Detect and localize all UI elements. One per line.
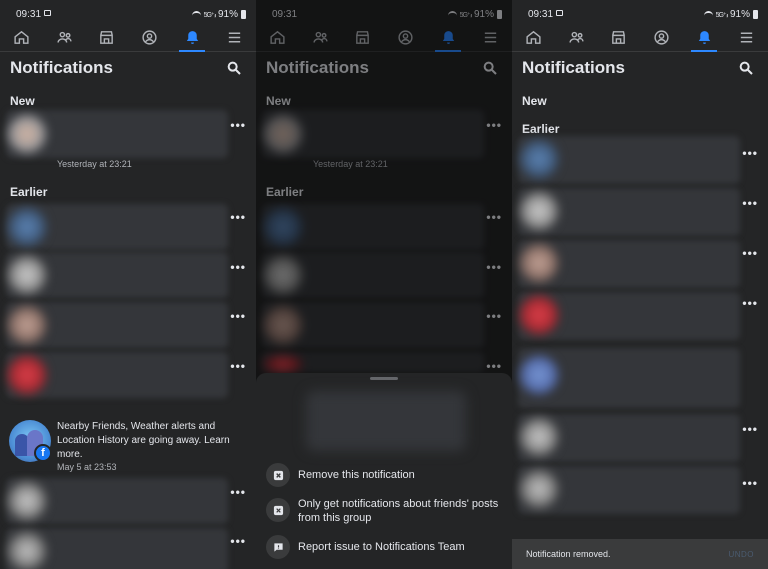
notification-preview xyxy=(306,391,466,451)
tab-marketplace[interactable] xyxy=(85,24,128,51)
signal-icon: 5G⁺ ᵢₗₗ xyxy=(715,11,728,19)
more-options-button[interactable]: ••• xyxy=(742,246,758,260)
home-icon xyxy=(14,30,29,44)
avatar xyxy=(8,306,46,344)
tab-menu[interactable] xyxy=(725,24,768,51)
option-label: Only get notifications about friends' po… xyxy=(298,498,499,524)
remove-notification-option[interactable]: Remove this notification xyxy=(266,463,502,487)
avatar xyxy=(8,208,46,246)
gallery-icon xyxy=(556,10,563,16)
removed-toast: Notification removed. UNDO xyxy=(512,539,768,569)
group-notifications-option[interactable]: Only get notifications about friends' po… xyxy=(266,495,502,525)
notification-timestamp: May 5 at 23:53 xyxy=(57,462,117,472)
sheet-drag-handle[interactable] xyxy=(370,377,398,380)
home-icon xyxy=(526,30,541,44)
battery-icon xyxy=(241,10,246,19)
section-earlier: Earlier xyxy=(10,185,48,199)
wifi-icon xyxy=(191,11,201,18)
facebook-icon: f xyxy=(34,444,52,462)
tab-bar xyxy=(512,24,768,52)
avatar xyxy=(520,192,558,230)
option-label: Report issue to Notifications Team xyxy=(298,541,465,553)
more-options-button[interactable]: ••• xyxy=(742,196,758,210)
battery-percent: 91% xyxy=(217,9,238,20)
more-options-button[interactable]: ••• xyxy=(230,309,246,323)
tab-friends[interactable] xyxy=(43,24,86,51)
undo-button[interactable]: UNDO xyxy=(728,550,754,559)
close-box-icon xyxy=(266,463,290,487)
avatar xyxy=(520,418,558,456)
battery-icon xyxy=(753,10,758,19)
more-options-button[interactable]: ••• xyxy=(230,210,246,224)
more-options-button[interactable]: ••• xyxy=(230,534,246,548)
gallery-icon xyxy=(44,10,51,16)
status-bar: 09:31 5G⁺ ᵢₗₗ 91% xyxy=(512,0,768,22)
bell-icon xyxy=(186,31,198,44)
tab-friends[interactable] xyxy=(555,24,598,51)
menu-icon xyxy=(741,32,753,43)
notifications-screen-3: 09:31 5G⁺ ᵢₗₗ 91% Notifications New Earl… xyxy=(512,0,768,569)
page-title: Notifications xyxy=(522,58,625,77)
report-issue-option[interactable]: Report issue to Notifications Team xyxy=(266,535,502,559)
options-bottom-sheet: Remove this notification Only get notifi… xyxy=(256,373,512,569)
profile-icon xyxy=(654,30,669,45)
more-options-button[interactable]: ••• xyxy=(742,476,758,490)
more-options-button[interactable]: ••• xyxy=(230,260,246,274)
search-icon[interactable] xyxy=(738,60,754,76)
tab-notifications[interactable] xyxy=(171,24,214,52)
avatar xyxy=(520,244,558,282)
avatar xyxy=(8,115,46,153)
section-earlier: Earlier xyxy=(522,122,560,136)
notifications-screen-2: 09:31 5G⁺ ᵢₗₗ 91% Notifications New ••• … xyxy=(256,0,512,569)
report-flag-icon xyxy=(266,535,290,559)
menu-icon xyxy=(229,32,241,43)
wifi-icon xyxy=(703,11,713,18)
more-options-button[interactable]: ••• xyxy=(230,359,246,373)
section-new: New xyxy=(10,94,35,108)
section-new: New xyxy=(522,94,547,108)
profile-icon xyxy=(142,30,157,45)
search-icon[interactable] xyxy=(226,60,242,76)
tab-bar xyxy=(0,24,256,52)
more-options-button[interactable]: ••• xyxy=(742,422,758,436)
avatar xyxy=(520,296,558,334)
tab-notifications[interactable] xyxy=(683,24,726,52)
page-title: Notifications xyxy=(10,58,113,77)
tab-menu[interactable] xyxy=(213,24,256,51)
toast-message: Notification removed. xyxy=(526,549,611,559)
option-label: Remove this notification xyxy=(298,469,415,481)
tab-home[interactable] xyxy=(0,24,43,51)
tab-profile[interactable] xyxy=(640,24,683,51)
notification-timestamp: Yesterday at 23:21 xyxy=(57,159,132,169)
status-bar: 09:31 5G⁺ ᵢₗₗ 91% xyxy=(0,0,256,22)
tab-home[interactable] xyxy=(512,24,555,51)
avatar xyxy=(520,140,558,178)
more-options-button[interactable]: ••• xyxy=(230,118,246,132)
more-options-button[interactable]: ••• xyxy=(742,296,758,310)
group-box-icon xyxy=(266,498,290,522)
marketplace-icon xyxy=(612,31,626,44)
battery-percent: 91% xyxy=(729,9,750,20)
avatar xyxy=(8,356,46,394)
notifications-screen-1: 09:31 5G⁺ ᵢₗₗ 91% Notifications New ••• … xyxy=(0,0,256,569)
avatar xyxy=(8,256,46,294)
notification-text: Nearby Friends, Weather alerts and Locat… xyxy=(57,421,230,460)
status-time: 09:31 xyxy=(528,9,554,20)
more-options-button[interactable]: ••• xyxy=(742,146,758,160)
bell-icon xyxy=(698,31,710,44)
signal-icon: 5G⁺ ᵢₗₗ xyxy=(203,11,216,19)
avatar xyxy=(8,482,46,520)
avatar xyxy=(8,532,46,569)
tab-profile[interactable] xyxy=(128,24,171,51)
tab-marketplace[interactable] xyxy=(597,24,640,51)
friends-icon xyxy=(56,31,72,43)
marketplace-icon xyxy=(100,31,114,44)
avatar xyxy=(520,470,558,508)
nearby-friends-notification[interactable]: Nearby Friends, Weather alerts and Locat… xyxy=(57,420,242,462)
avatar xyxy=(520,356,558,394)
status-time: 09:31 xyxy=(16,9,42,20)
friends-icon xyxy=(568,31,584,43)
more-options-button[interactable]: ••• xyxy=(230,485,246,499)
